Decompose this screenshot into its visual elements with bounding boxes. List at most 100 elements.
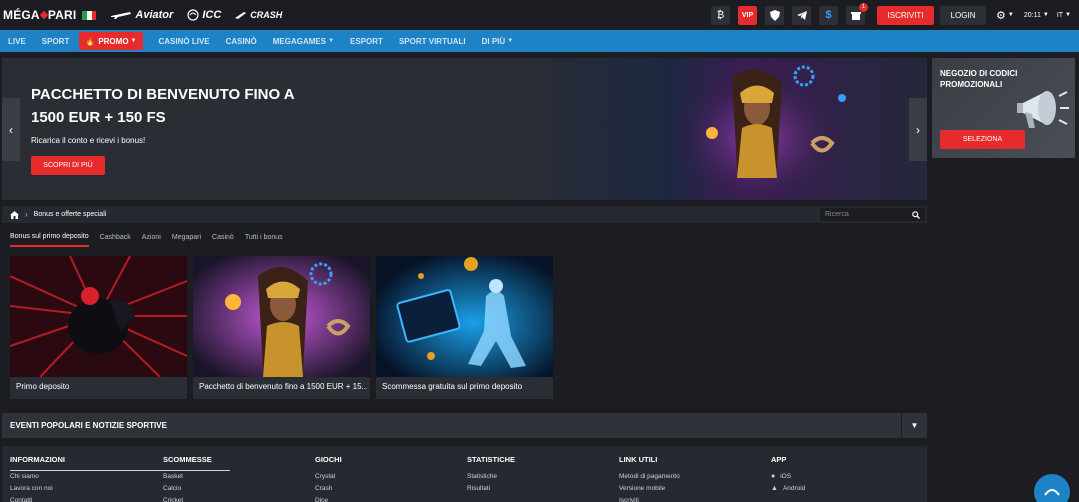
nav-esport[interactable]: ESPORT [350,30,383,52]
login-button[interactable]: LOGIN [940,5,987,25]
footer-link[interactable]: Metodi di pagamento [619,470,680,482]
android-label: Android [782,484,806,492]
footer-link[interactable]: Risultati [467,482,515,494]
promo-code-store-title: NEGOZIO DI CODICI PROMOZIONALI [940,69,1018,89]
gift-icon[interactable]: 1 [846,2,869,25]
banner-prev-button[interactable]: ‹ [2,98,20,161]
nav-casino[interactable]: CASINÒ [226,30,257,52]
card-caption: Pacchetto di benvenuto fino a 1500 EUR +… [199,382,367,391]
language-dropdown[interactable]: IT ▼ [1057,12,1071,19]
banner-illustration [667,65,847,200]
footer-link[interactable]: Basket [163,470,212,482]
promo-code-store: NEGOZIO DI CODICI PROMOZIONALI SELEZIONA [932,58,1075,158]
tab-first-deposit[interactable]: Bonus sul primo deposito [10,227,89,247]
chevron-down-icon: ▼ [328,38,335,44]
gear-icon: ⚙ [996,9,1006,22]
nav-more[interactable]: DI PIÙ ▼ [482,30,514,52]
footer-column-stats: STATISTICHE Statistiche Risultati [467,455,515,494]
banner-cta-button[interactable]: SCOPRI DI PIÙ [31,156,105,175]
card-image-horse-racing [10,256,187,377]
settings-dropdown[interactable]: ⚙ ▼ [996,9,1014,22]
bitcoin-icon[interactable]: ₿ [711,5,731,25]
time-dropdown[interactable]: 20:11 ▼ [1024,12,1049,19]
breadcrumb: › Bonus e offerte speciali Ricerca [2,206,927,223]
nav-sport[interactable]: SPORT [42,30,70,52]
apple-icon: ● [771,472,776,480]
card-caption: Primo deposito [16,382,70,391]
top-bar: MÉGA PARI Aviator ICC CRASH ₿ VIP $ 1 IS… [0,0,1079,30]
shield-icon[interactable] [765,5,785,25]
tab-casino[interactable]: Casinò [212,227,234,247]
footer-link-android[interactable]: ▲ Android [771,482,805,494]
footer-heading: LINK UTILI [619,455,658,464]
footer-column-app: APP ● iOS ▲ Android [771,455,805,494]
android-icon: ▲ [771,484,778,492]
nav-more-label: DI PIÙ [481,36,506,46]
signup-button[interactable]: ISCRIVITI [877,5,935,25]
footer-link[interactable]: Dice [315,494,342,502]
nav-sport-virtuali[interactable]: SPORT VIRTUALI [399,30,466,52]
select-button[interactable]: SELEZIONA [940,130,1025,149]
footer-link[interactable]: Calcio [163,482,212,494]
footer-column-info: INFORMAZIONI Chi siamo Lavora con noi Co… [10,455,65,502]
banner-next-button[interactable]: › [909,98,927,161]
logo-text-1: MÉGA [3,8,40,22]
nav-megagames-label: MEGAGAMES [272,36,327,46]
chevron-down-icon: ▼ [1007,12,1014,18]
footer-link[interactable]: Chi siamo [10,470,65,482]
main-nav: LIVE SPORT 🔥 PROMO ▼ CASINÒ LIVE CASINÒ … [0,30,1079,52]
partner-icc-label: ICC [202,9,222,21]
footer-link[interactable]: Cricket [163,494,212,502]
footer-link[interactable]: Crash [315,482,342,494]
footer-link[interactable]: Contatti [10,494,65,502]
home-icon[interactable] [10,210,19,219]
tab-cashback[interactable]: Cashback [100,227,131,247]
bonus-card[interactable]: Pacchetto di benvenuto fino a 1500 EUR +… [193,256,370,399]
partner-aviator[interactable]: Aviator [110,9,173,21]
vip-icon[interactable]: VIP [738,5,758,25]
footer-link-ios[interactable]: ● iOS [771,470,805,482]
card-caption: Scommessa gratuita sul primo deposito [382,382,523,391]
footer-link[interactable]: Versione mobile [619,482,680,494]
dollar-symbol: $ [825,9,832,21]
nav-promo[interactable]: 🔥 PROMO ▼ [79,32,143,50]
nav-live[interactable]: LIVE [8,30,26,52]
dollar-icon[interactable]: $ [819,5,839,25]
tab-azioni[interactable]: Azioni [142,227,161,247]
rocket-icon [235,12,247,19]
gift-badge: 1 [859,2,869,12]
popular-events-section[interactable]: EVENTI POPOLARI E NOTIZIE SPORTIVE ▼ [2,413,927,438]
chevron-left-icon: ‹ [9,122,13,137]
chevron-right-icon: › [25,210,28,219]
footer-heading: APP [771,455,787,464]
partner-crash[interactable]: CRASH [235,10,282,20]
plane-icon [111,12,132,19]
partner-icc[interactable]: ICC [187,9,221,21]
tab-megapari[interactable]: Megapari [172,227,201,247]
bonus-card[interactable]: Scommessa gratuita sul primo deposito [376,256,553,399]
chat-icon [1044,489,1060,496]
footer-link[interactable]: Iscriviti [619,494,680,502]
nav-casino-live[interactable]: CASINÒ LIVE [159,30,210,52]
time-label: 20:11 [1023,11,1041,19]
footer-link[interactable]: Statistiche [467,470,515,482]
card-image-welcome-package [193,256,370,377]
expand-button[interactable]: ▼ [901,413,927,438]
nav-megagames[interactable]: MEGAGAMES ▼ [273,30,334,52]
footer-heading: SCOMMESSE [163,455,212,464]
bonus-card[interactable]: Primo deposito [10,256,187,399]
banner-subtitle: Ricarica il conto e ricevi i bonus! [31,136,146,145]
logo[interactable]: MÉGA PARI [3,8,97,22]
chevron-down-icon: ▼ [507,38,514,44]
footer-link[interactable]: Crystal [315,470,342,482]
footer-link[interactable]: Lavora con noi [10,482,65,494]
search-input[interactable]: Ricerca [820,208,925,221]
chevron-down-icon: ▼ [130,38,137,44]
tab-all-bonuses[interactable]: Tutti i bonus [245,227,283,247]
search-icon[interactable] [912,210,920,219]
chat-button[interactable] [1034,474,1070,502]
logo-diamond-icon [39,10,49,20]
footer-heading: GIOCHI [315,455,342,464]
telegram-icon[interactable] [792,5,812,25]
footer-heading: STATISTICHE [467,455,516,464]
